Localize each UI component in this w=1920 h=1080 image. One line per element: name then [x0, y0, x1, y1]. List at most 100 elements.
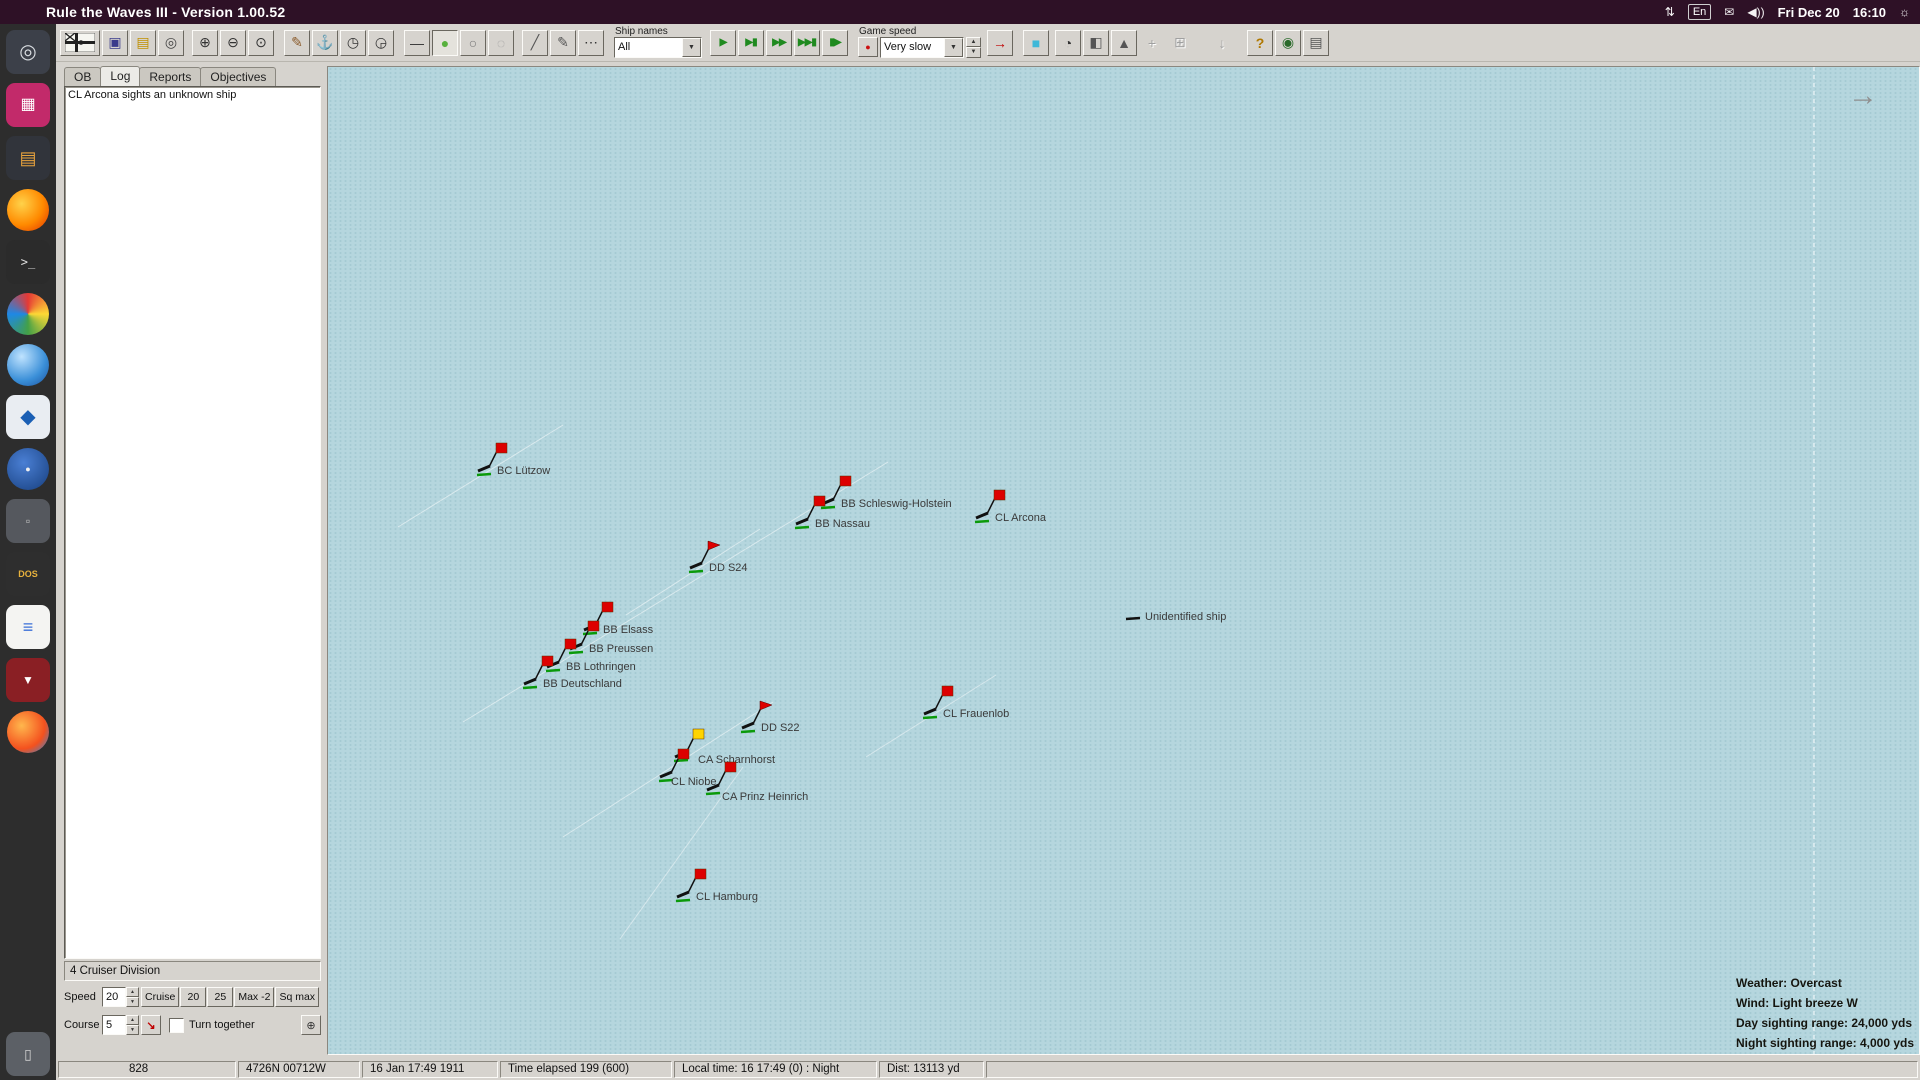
game-speed-group: Game speed●Very slow▼▲▼ — [858, 26, 981, 60]
tab-log[interactable]: Log — [100, 66, 140, 86]
browser-orange-icon[interactable] — [7, 711, 49, 753]
pinwheel-icon[interactable] — [7, 293, 49, 335]
run-4-button[interactable]: ▶▶▮ — [794, 30, 820, 56]
range-circle-2-button[interactable]: ○ — [460, 30, 486, 56]
speed-preset-20-button[interactable]: 20 — [180, 987, 206, 1007]
log-list[interactable]: CL Arcona sights an unknown ship — [64, 86, 321, 959]
volume-icon[interactable]: ◀)) — [1747, 5, 1764, 19]
speed-preset-max-2-button[interactable]: Max -2 — [234, 987, 274, 1007]
run-2-button[interactable]: ▶▮ — [738, 30, 764, 56]
dosbox-icon[interactable]: DOS — [6, 552, 50, 596]
run-3-button[interactable]: ▶▶ — [766, 30, 792, 56]
status-bar: 8284726N 00712W16 Jan 17:49 1911Time ela… — [56, 1059, 1920, 1080]
chevron-down-icon[interactable]: ▼ — [944, 38, 963, 57]
chevron-down-icon[interactable]: ▼ — [682, 38, 701, 57]
signal-book-button[interactable]: ◎ — [158, 30, 184, 56]
print-button[interactable]: ▤ — [1303, 30, 1329, 56]
save-button[interactable]: ▣ — [102, 30, 128, 56]
rudder-button[interactable]: ↘ — [141, 1015, 161, 1035]
ship-names-select[interactable]: All▼ — [614, 37, 702, 58]
power-menu-icon[interactable]: ☼ — [1899, 5, 1910, 19]
game-speed-stepper[interactable]: ▲▼ — [966, 37, 981, 58]
status-segment — [986, 1061, 1918, 1078]
text-editor-icon[interactable]: ≡ — [6, 605, 50, 649]
zoom-in-button[interactable]: ⊕ — [192, 30, 218, 56]
turn-together-checkbox[interactable] — [169, 1018, 184, 1033]
speed-preset-cruise-button[interactable]: Cruise — [141, 987, 179, 1007]
line-toggle-button[interactable]: — — [404, 30, 430, 56]
clock-button[interactable]: ◷ — [340, 30, 366, 56]
german-ensign-button[interactable] — [60, 30, 100, 56]
chart-icon: ■ — [1032, 35, 1040, 51]
clock-date[interactable]: Fri Dec 20 — [1778, 5, 1840, 20]
wine-icon[interactable]: ▼ — [6, 658, 50, 702]
zoom-select-button[interactable]: ⊙ — [248, 30, 274, 56]
advance-button[interactable]: → — [987, 30, 1013, 56]
password-safe-icon[interactable]: ● — [7, 448, 49, 490]
clock-alt-button[interactable]: ◶ — [368, 30, 394, 56]
firefox-icon[interactable] — [7, 189, 49, 231]
orders-button[interactable]: ▤ — [130, 30, 156, 56]
ship-label: BB Elsass — [603, 624, 653, 636]
orders-icon: ▤ — [136, 34, 149, 51]
stopwatch-icon: ◔ — [1064, 35, 1072, 51]
anchor-icon: ⚓ — [316, 34, 333, 51]
system-indicators: ⇅ En ✉ ◀)) Fri Dec 20 16:10 ☼ — [1665, 4, 1910, 20]
tab-objectives[interactable]: Objectives — [200, 67, 276, 86]
clock-time[interactable]: 16:10 — [1853, 5, 1886, 20]
speed-stepper[interactable]: 20 ▲▼ — [102, 987, 139, 1007]
system-top-bar: Rule the Waves III - Version 1.00.52 ⇅ E… — [0, 0, 1920, 24]
game-speed-select[interactable]: Very slow ▼ — [880, 37, 964, 58]
track-lines — [328, 67, 1919, 1054]
tactical-map[interactable]: → BC LützowBB Schleswig-HolsteinBB Nassa… — [327, 66, 1920, 1055]
settings-icon[interactable]: ◎ — [6, 30, 50, 74]
ship-label: BB Preussen — [589, 643, 653, 655]
speed-stepper-arrows[interactable]: ▲▼ — [126, 987, 139, 1007]
course-stepper[interactable]: 5 ▲▼ — [102, 1015, 139, 1035]
range-circle-3-button[interactable]: ◌ — [488, 30, 514, 56]
virtualbox-icon[interactable]: ◆ — [6, 395, 50, 439]
range-circle-on-button[interactable]: ● — [432, 30, 458, 56]
software-pink-icon[interactable]: ▦ — [6, 83, 50, 127]
measure-button[interactable]: ✎ — [284, 30, 310, 56]
game-speed-value: Very slow — [884, 41, 931, 53]
weather-line: Night sighting range: 4,000 yds — [1736, 1033, 1914, 1053]
gunnery-button[interactable]: ▲ — [1111, 30, 1137, 56]
draw-pencil-button[interactable]: ✎ — [550, 30, 576, 56]
globe-icon[interactable] — [7, 344, 49, 386]
run-2-icon: ▶▮ — [745, 37, 756, 48]
help-icon: ? — [1256, 35, 1265, 51]
speed-value: 20 — [102, 987, 126, 1007]
trash-icon[interactable]: ▯ — [6, 1032, 50, 1076]
zoom-out-button[interactable]: ⊖ — [220, 30, 246, 56]
run-5-button[interactable]: ▮▶ — [822, 30, 848, 56]
chart-button[interactable]: ■ — [1023, 30, 1049, 56]
keyboard-layout-indicator[interactable]: En — [1688, 4, 1711, 20]
formation-button[interactable]: ⊕ — [301, 1015, 321, 1035]
course-stepper-arrows[interactable]: ▲▼ — [126, 1015, 139, 1035]
anchor-button[interactable]: ⚓ — [312, 30, 338, 56]
plot-button[interactable]: ◧ — [1083, 30, 1109, 56]
status-segment: Dist: 13113 yd — [879, 1061, 984, 1078]
archive-icon[interactable]: ▤ — [6, 136, 50, 180]
speed-preset-25-button[interactable]: 25 — [207, 987, 233, 1007]
terminal-icon[interactable]: >_ — [6, 240, 50, 284]
network-arrows-icon[interactable]: ⇅ — [1665, 5, 1675, 19]
speed-indicator-button[interactable]: ● — [858, 37, 878, 57]
help-button[interactable]: ? — [1247, 30, 1273, 56]
tab-ob[interactable]: OB — [64, 67, 101, 86]
log-entry: CL Arcona sights an unknown ship — [65, 87, 320, 103]
speed-preset-sq-max-button[interactable]: Sq max — [275, 987, 319, 1007]
package-icon[interactable]: ▫ — [6, 499, 50, 543]
ship-label: CL Arcona — [995, 512, 1046, 524]
weather-info: Weather: OvercastWind: Light breeze WDay… — [1736, 973, 1914, 1053]
mail-icon[interactable]: ✉ — [1724, 5, 1734, 19]
division-title: 4 Cruiser Division — [64, 961, 321, 981]
run-1-button[interactable]: ▶ — [710, 30, 736, 56]
stopwatch-button[interactable]: ◔ — [1055, 30, 1081, 56]
draw-line-button[interactable]: ╱ — [522, 30, 548, 56]
world-button[interactable]: ◉ — [1275, 30, 1301, 56]
tab-reports[interactable]: Reports — [139, 67, 201, 86]
ship-label: CL Hamburg — [696, 891, 758, 903]
more-tools-button[interactable]: ⋯ — [578, 30, 604, 56]
